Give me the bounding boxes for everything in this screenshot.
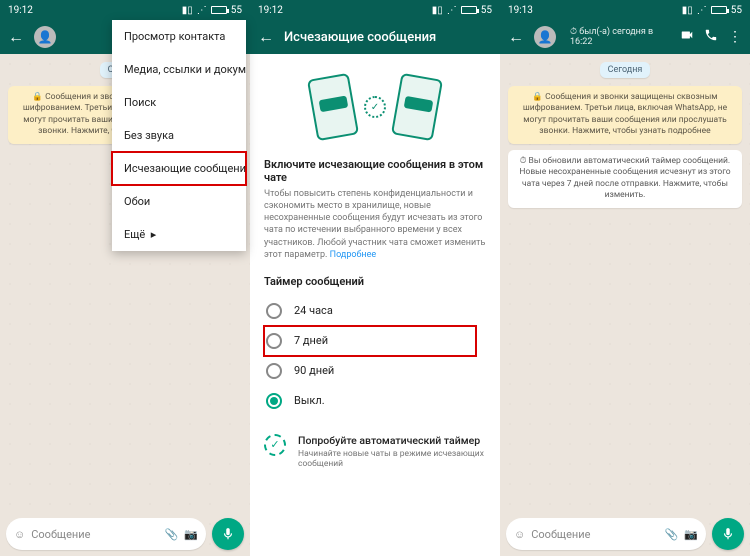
- radio-icon: [266, 303, 282, 319]
- settings-headline: Включите исчезающие сообщения в этом чат…: [264, 158, 486, 184]
- attach-icon[interactable]: 📎: [665, 528, 679, 541]
- message-input[interactable]: ☺ Сообщение 📎 📷: [506, 518, 706, 550]
- mic-icon: [221, 527, 235, 541]
- screen-disappearing-settings: 19:12 ▮▯ ⋰ 55 ← Исчезающие сообщения ✓ В…: [250, 0, 500, 556]
- chat-background: Сегодня 🔒 Сообщения и звонки защищены ск…: [500, 54, 750, 556]
- status-icons: ▮▯ ⋰ 55: [432, 5, 492, 16]
- page-title: Исчезающие сообщения: [284, 30, 492, 45]
- back-icon[interactable]: ←: [8, 27, 24, 47]
- date-chip: Сегодня: [600, 62, 651, 78]
- app-bar: ← Исчезающие сообщения: [250, 20, 500, 54]
- radio-label: 24 часа: [294, 304, 333, 317]
- screen-chat-with-menu: 19:12 ▮▯ ⋰ 55 ← 👤 Сегодня 🔒 Сообщения и …: [0, 0, 250, 556]
- screen-chat-after: 19:13 ▮▯ ⋰ 55 ← 👤 ⏱ был(-а) сегодня в 16…: [500, 0, 750, 556]
- timer-section-header: Таймер сообщений: [264, 275, 486, 288]
- wifi-icon: ⋰: [447, 5, 457, 16]
- try-body: Начинайте новые чаты в режиме исчезающих…: [298, 449, 486, 469]
- input-bar: ☺ Сообщение 📎 📷: [6, 518, 244, 550]
- message-input[interactable]: ☺ Сообщение 📎 📷: [6, 518, 206, 550]
- menu-item-more[interactable]: Ещё ▸: [112, 218, 246, 251]
- illustration: ✓: [264, 72, 486, 142]
- wifi-icon: ⋰: [197, 5, 207, 16]
- radio-24h[interactable]: 24 часа: [264, 296, 486, 326]
- menu-item-wallpaper[interactable]: Обои: [112, 185, 246, 218]
- radio-icon: [266, 363, 282, 379]
- overflow-icon[interactable]: ⋮: [728, 29, 742, 45]
- timer-update-notice[interactable]: ⏱ Вы обновили автоматический таймер сооб…: [508, 150, 742, 208]
- attach-icon[interactable]: 📎: [165, 528, 179, 541]
- emoji-icon[interactable]: ☺: [514, 528, 525, 541]
- status-bar: 19:12 ▮▯ ⋰ 55: [0, 0, 250, 20]
- try-title: Попробуйте автоматический таймер: [298, 434, 486, 447]
- input-bar: ☺ Сообщение 📎 📷: [506, 518, 744, 550]
- status-time: 19:12: [8, 5, 182, 16]
- radio-label: Выкл.: [294, 394, 325, 407]
- signal-icon: ▮▯: [682, 5, 693, 16]
- radio-icon: [266, 393, 282, 409]
- radio-label: 90 дней: [294, 364, 334, 377]
- radio-icon: [266, 333, 282, 349]
- camera-icon[interactable]: 📷: [684, 528, 698, 541]
- voice-call-icon[interactable]: [704, 28, 718, 46]
- radio-off[interactable]: Выкл.: [264, 386, 486, 416]
- camera-icon[interactable]: 📷: [184, 528, 198, 541]
- status-time: 19:12: [258, 5, 432, 16]
- menu-item-search[interactable]: Поиск: [112, 86, 246, 119]
- battery-text: 55: [731, 5, 742, 16]
- phone-left-icon: [307, 73, 359, 141]
- menu-item-media[interactable]: Медиа, ссылки и докум.: [112, 53, 246, 86]
- wifi-icon: ⋰: [697, 5, 707, 16]
- avatar[interactable]: 👤: [534, 26, 556, 48]
- back-icon[interactable]: ←: [258, 27, 274, 47]
- radio-90d[interactable]: 90 дней: [264, 356, 486, 386]
- radio-7d[interactable]: 7 дней: [264, 326, 476, 356]
- menu-item-mute[interactable]: Без звука: [112, 119, 246, 152]
- battery-icon: [711, 6, 727, 14]
- status-bar: 19:12 ▮▯ ⋰ 55: [250, 0, 500, 20]
- message-placeholder: Сообщение: [531, 528, 658, 541]
- battery-icon: [461, 6, 477, 14]
- mic-icon: [721, 527, 735, 541]
- battery-icon: [211, 6, 227, 14]
- avatar[interactable]: 👤: [34, 26, 56, 48]
- battery-text: 55: [481, 5, 492, 16]
- timer-icon: ✓: [364, 96, 386, 118]
- phone-right-icon: [391, 73, 443, 141]
- mic-button[interactable]: [712, 518, 744, 550]
- signal-icon: ▮▯: [182, 5, 193, 16]
- try-auto-timer[interactable]: ✓ Попробуйте автоматический таймер Начин…: [264, 434, 486, 469]
- status-bar: 19:13 ▮▯ ⋰ 55: [500, 0, 750, 20]
- video-call-icon[interactable]: [680, 28, 694, 46]
- learn-more-link[interactable]: Подробнее: [330, 250, 377, 260]
- status-time: 19:13: [508, 5, 682, 16]
- settings-body: Чтобы повысить степень конфиденциальност…: [264, 188, 486, 261]
- mic-button[interactable]: [212, 518, 244, 550]
- menu-item-view-contact[interactable]: Просмотр контакта: [112, 20, 246, 53]
- battery-text: 55: [231, 5, 242, 16]
- message-placeholder: Сообщение: [31, 528, 158, 541]
- clock-icon: ✓: [264, 434, 286, 456]
- last-seen: ⏱ был(-а) сегодня в 16:22: [570, 27, 670, 47]
- radio-label: 7 дней: [294, 334, 328, 347]
- back-icon[interactable]: ←: [508, 27, 524, 47]
- settings-content: ✓ Включите исчезающие сообщения в этом ч…: [250, 54, 500, 556]
- overflow-menu: Просмотр контакта Медиа, ссылки и докум.…: [112, 20, 246, 251]
- signal-icon: ▮▯: [432, 5, 443, 16]
- menu-item-disappearing[interactable]: Исчезающие сообщения: [112, 152, 246, 185]
- encryption-notice[interactable]: 🔒 Сообщения и звонки защищены сквозным ш…: [508, 86, 742, 144]
- app-bar: ← 👤 ⏱ был(-а) сегодня в 16:22 ⋮: [500, 20, 750, 54]
- status-icons: ▮▯ ⋰ 55: [182, 5, 242, 16]
- emoji-icon[interactable]: ☺: [14, 528, 25, 541]
- status-icons: ▮▯ ⋰ 55: [682, 5, 742, 16]
